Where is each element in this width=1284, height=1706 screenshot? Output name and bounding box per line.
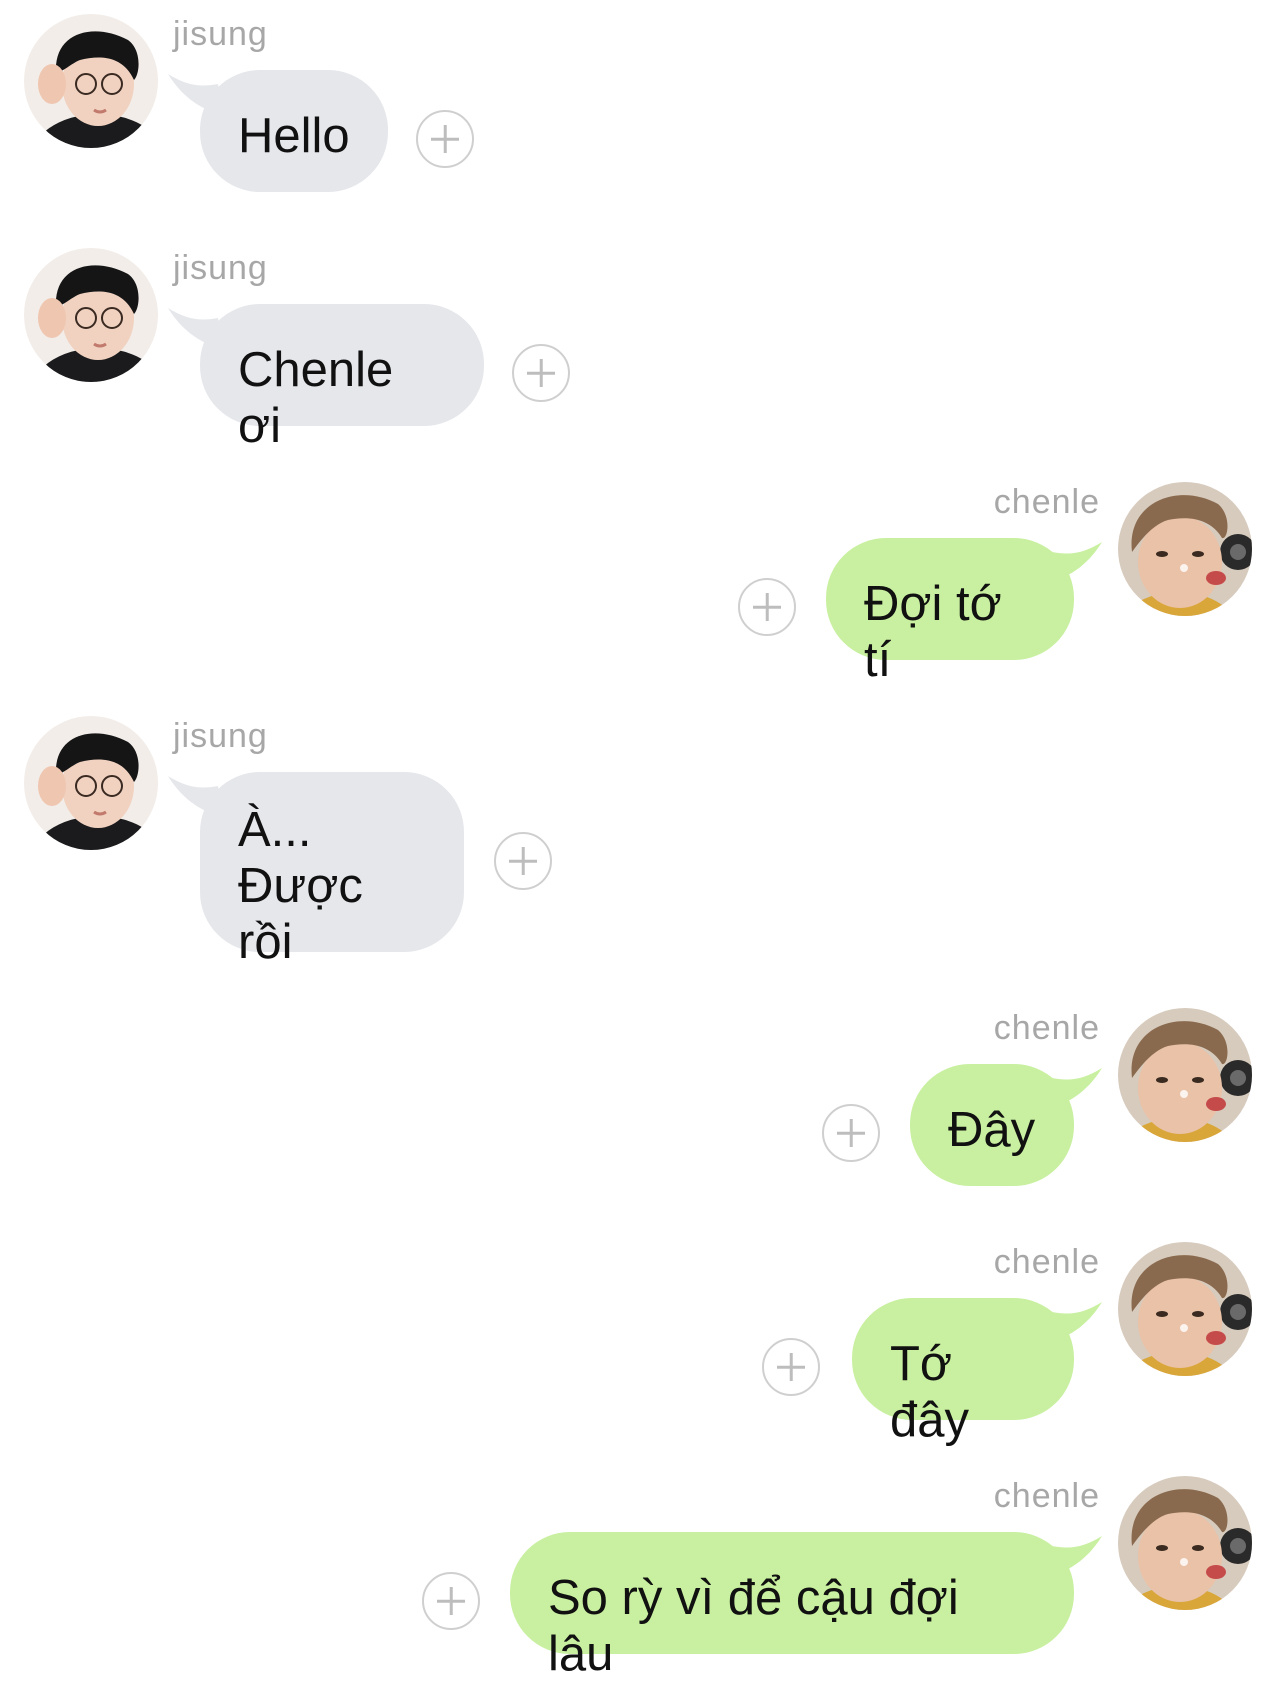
jisung-avatar[interactable] bbox=[24, 14, 158, 148]
message-bubble[interactable]: So rỳ vì để cậu đợi lâu bbox=[510, 1532, 1074, 1681]
jisung-avatar[interactable] bbox=[24, 248, 158, 382]
message-row: chenle So rỳ vì để cậu đợi lâu bbox=[0, 1476, 1284, 1681]
message-row: jisung Chenle ơi bbox=[0, 248, 1284, 453]
add-reaction-icon[interactable] bbox=[422, 1572, 480, 1630]
chenle-avatar[interactable] bbox=[1118, 482, 1252, 616]
add-reaction-icon[interactable] bbox=[762, 1338, 820, 1396]
message-bubble[interactable]: Tớ đây bbox=[852, 1298, 1074, 1447]
sender-name: chenle bbox=[993, 1243, 1100, 1281]
message-row: chenle Đây bbox=[0, 1008, 1284, 1208]
message-row: chenle Tớ đây bbox=[0, 1242, 1284, 1447]
jisung-avatar[interactable] bbox=[24, 716, 158, 850]
sender-name: jisung bbox=[173, 249, 268, 287]
message-row: jisung À... Được rồi bbox=[0, 716, 1284, 969]
add-reaction-icon[interactable] bbox=[738, 578, 796, 636]
chenle-avatar[interactable] bbox=[1118, 1008, 1252, 1142]
message-bubble[interactable]: À... Được rồi bbox=[200, 772, 464, 969]
sender-name: chenle bbox=[993, 483, 1100, 521]
message-row: jisung Hello bbox=[0, 14, 1284, 214]
add-reaction-icon[interactable] bbox=[512, 344, 570, 402]
sender-name: chenle bbox=[993, 1009, 1100, 1047]
sender-name: chenle bbox=[993, 1477, 1100, 1515]
sender-name: jisung bbox=[173, 15, 268, 53]
message-bubble[interactable]: Chenle ơi bbox=[200, 304, 484, 453]
add-reaction-icon[interactable] bbox=[416, 110, 474, 168]
message-bubble[interactable]: Hello bbox=[200, 70, 388, 192]
add-reaction-icon[interactable] bbox=[822, 1104, 880, 1162]
sender-name: jisung bbox=[173, 717, 268, 755]
message-bubble[interactable]: Đợi tớ tí bbox=[826, 538, 1074, 687]
chenle-avatar[interactable] bbox=[1118, 1476, 1252, 1610]
message-bubble[interactable]: Đây bbox=[910, 1064, 1074, 1186]
message-row: chenle Đợi tớ tí bbox=[0, 482, 1284, 687]
chenle-avatar[interactable] bbox=[1118, 1242, 1252, 1376]
add-reaction-icon[interactable] bbox=[494, 832, 552, 890]
